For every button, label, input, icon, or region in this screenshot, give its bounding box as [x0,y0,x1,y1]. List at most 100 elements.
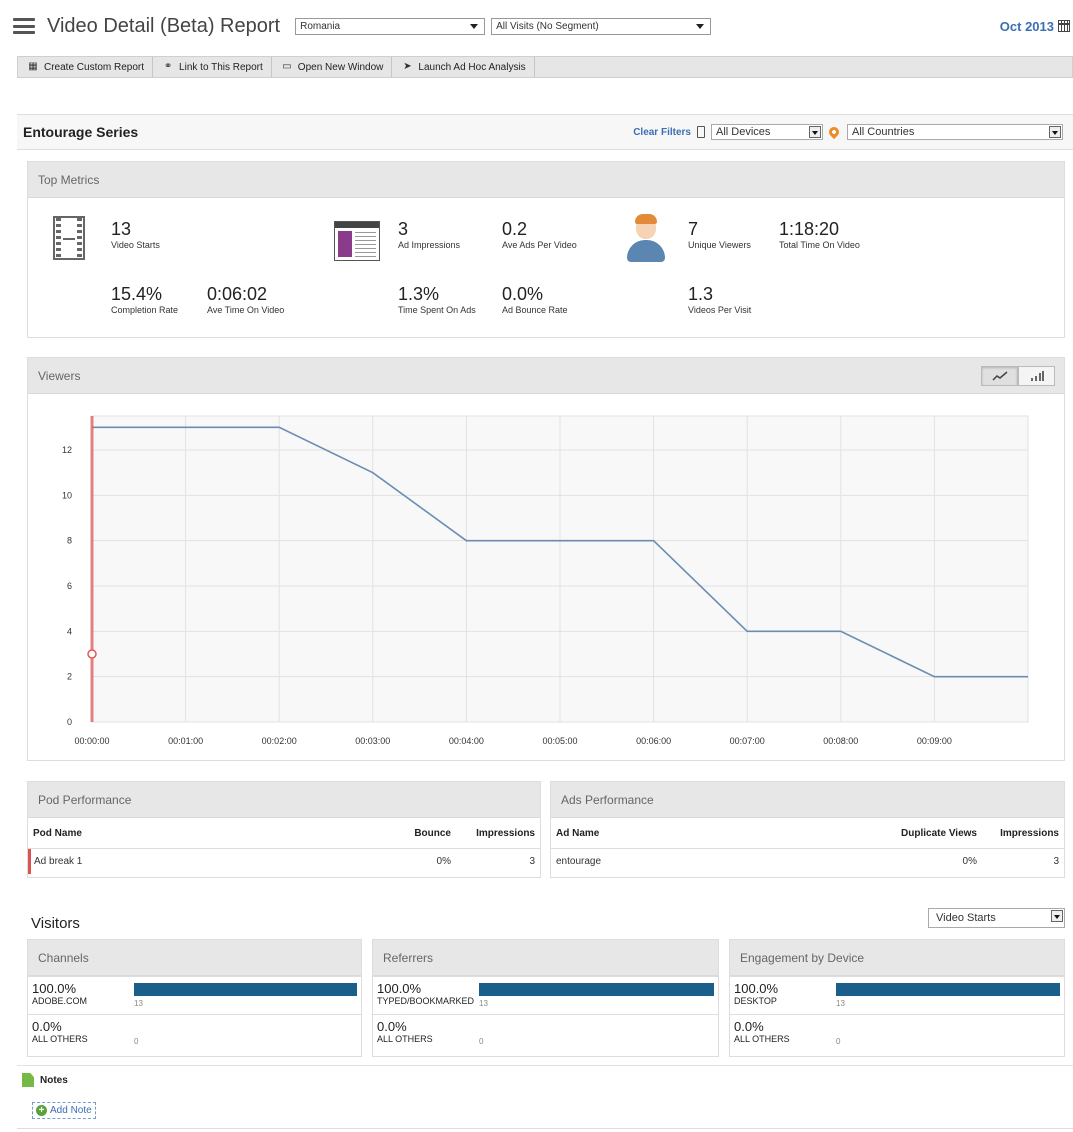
notes-title: Notes [40,1074,68,1086]
metric-videos-per-visit: 1.3 Videos Per Visit [688,284,751,315]
breakdown-count: 13 [479,999,488,1008]
segment-select-value: All Visits (No Segment) [496,20,599,32]
bar-chart-button[interactable] [1018,366,1055,386]
breakdown-name: DESKTOP [734,996,777,1006]
line-chart-icon [991,371,1007,381]
hamburger-menu-icon[interactable] [13,18,35,34]
metric-ave-ads-per-video: 0.2 Ave Ads Per Video [502,219,577,250]
countries-select-value: All Countries [852,126,915,138]
ad-layout-icon [334,221,380,261]
metric-total-time-on-video: 1:18:20 Total Time On Video [779,219,860,250]
devices-select[interactable]: All Devices [711,124,823,140]
top-metrics-panel: Top Metrics 13 Video Starts 15.4% Comple… [27,161,1065,338]
window-icon: ▭ [282,61,292,72]
column-header: Duplicate Views [901,827,977,839]
bar-chart-icon [1030,371,1044,381]
add-note-label: Add Note [50,1105,92,1116]
metric-value: 0:06:02 [207,284,268,304]
metric-label: Ave Time On Video [207,305,285,315]
x-tick-label: 00:00:00 [74,736,109,746]
ad-break-marker-point [87,649,97,659]
metric-label: Videos Per Visit [688,305,752,315]
duplicate-views-cell: 0% [962,856,977,867]
dropdown-arrow-icon [1049,126,1061,138]
segment-select[interactable]: All Visits (No Segment) [491,17,712,35]
list-item[interactable]: 0.0% ALL OTHERS 0 [28,1014,361,1052]
chart-type-toggle [981,366,1055,386]
link-report-label: Link to This Report [179,61,263,73]
link-icon: ⚭ [163,61,173,72]
impressions-cell: 3 [529,856,535,867]
list-item[interactable]: 100.0% ADOBE.COM 13 [28,976,361,1014]
viewers-title: Viewers [28,358,1064,394]
list-item[interactable]: 0.0% ALL OTHERS 0 [373,1014,718,1052]
metric-time-spent-on-ads: 1.3% Time Spent On Ads [398,284,476,315]
breakdown-name: ALL OTHERS [734,1034,790,1044]
channels-title: Channels [28,940,361,976]
y-tick-label: 4 [67,626,72,636]
breakdown-name: ADOBE.COM [32,996,88,1006]
ads-performance-title: Ads Performance [551,782,1064,818]
y-tick-label: 0 [67,717,72,727]
engagement-by-device-panel: Engagement by Device 100.0% DESKTOP 13 0… [729,939,1065,1057]
open-new-window-button[interactable]: ▭ Open New Window [272,57,393,77]
breakdown-name: TYPED/BOOKMARKED [377,996,475,1006]
column-header: Impressions [476,827,535,839]
metric-value: 13 [111,219,132,239]
x-tick-label: 00:02:00 [262,736,297,746]
breakdown-percent: 0.0% [734,1019,764,1034]
breakdown-count: 0 [836,1037,841,1046]
metric-value: 7 [688,219,699,239]
countries-select[interactable]: All Countries [847,124,1063,140]
y-tick-label: 10 [62,490,72,500]
visitors-metric-select-value: Video Starts [936,912,996,924]
launch-ad-hoc-button[interactable]: ➤ Launch Ad Hoc Analysis [392,57,535,77]
metric-label: Ave Ads Per Video [502,240,577,250]
y-tick-label: 6 [67,581,72,591]
x-tick-label: 00:03:00 [355,736,390,746]
device-icon [697,126,705,138]
table-row[interactable]: entourage 0% 3 [551,849,1064,874]
table-row[interactable]: Ad break 1 0% 3 [28,849,540,874]
list-item[interactable]: 100.0% DESKTOP 13 [730,976,1064,1014]
x-tick-label: 00:09:00 [917,736,952,746]
breakdown-percent: 0.0% [32,1019,62,1034]
metric-value: 0.2 [502,219,528,239]
note-icon [22,1073,34,1087]
divider [17,1128,1073,1129]
x-tick-label: 00:06:00 [636,736,671,746]
y-tick-label: 12 [62,445,72,455]
referrers-panel: Referrers 100.0% TYPED/BOOKMARKED 13 0.0… [372,939,719,1057]
breakdown-count: 0 [479,1037,484,1046]
chevron-down-icon [696,23,705,29]
breakdown-percent: 0.0% [377,1019,407,1034]
x-tick-label: 00:07:00 [730,736,765,746]
pod-performance-panel: Pod Performance Pod Name Bounce Impressi… [27,781,541,878]
series-title: Entourage Series [23,124,139,140]
dropdown-arrow-icon [809,126,821,138]
create-custom-report-button[interactable]: ▦ Create Custom Report [18,57,154,77]
breakdown-name: ALL OTHERS [377,1034,433,1044]
breakdown-bar [836,983,1060,996]
visitors-metric-select[interactable]: Video Starts [928,908,1065,928]
divider [17,1065,1073,1066]
line-chart-button[interactable] [981,366,1018,386]
report-title: Video Detail (Beta) Report [47,14,281,37]
column-header: Impressions [1000,827,1059,839]
list-item[interactable]: 0.0% ALL OTHERS 0 [730,1014,1064,1052]
breakdown-count: 13 [134,999,143,1008]
country-select[interactable]: Romania [295,17,486,35]
list-item[interactable]: 100.0% TYPED/BOOKMARKED 13 [373,976,718,1014]
breakdown-count: 0 [134,1037,139,1046]
date-picker[interactable]: Oct 2013 [1000,19,1070,34]
bounce-cell: 0% [436,856,451,867]
notes-header: Notes [22,1073,68,1087]
clear-filters-link[interactable]: Clear Filters [633,127,691,138]
link-report-button[interactable]: ⚭ Link to This Report [153,57,272,77]
metric-ad-bounce-rate: 0.0% Ad Bounce Rate [502,284,568,315]
add-note-button[interactable]: + Add Note [32,1102,96,1119]
series-bar: Entourage Series Clear Filters All Devic… [17,114,1073,150]
metric-ave-time-on-video: 0:06:02 Ave Time On Video [207,284,284,315]
chevron-down-icon [470,23,479,29]
breakdown-bar [479,983,714,996]
